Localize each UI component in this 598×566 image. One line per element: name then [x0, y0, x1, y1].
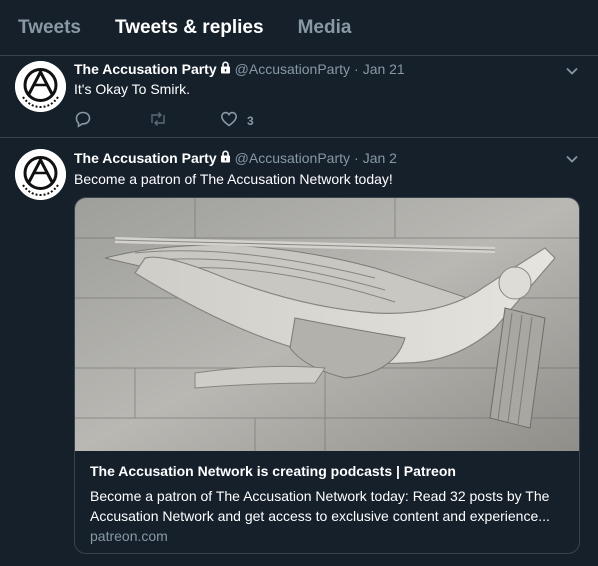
- tweet-text: It's Okay To Smirk.: [74, 81, 190, 97]
- tweet[interactable]: The Accusation Party @AccusationParty · …: [0, 57, 598, 138]
- like-count: 3: [247, 114, 254, 128]
- tweet-date[interactable]: Jan 2: [363, 150, 397, 166]
- card-title: The Accusation Network is creating podca…: [90, 463, 456, 479]
- separator: ·: [354, 61, 359, 77]
- tab-media[interactable]: Media: [281, 0, 369, 56]
- party-logo-icon: [15, 149, 66, 200]
- card-description: Become a patron of The Accusation Networ…: [90, 488, 550, 524]
- user-handle[interactable]: @AccusationParty: [235, 150, 350, 166]
- lock-icon: [220, 61, 231, 77]
- card-domain: patreon.com: [90, 528, 168, 544]
- tab-tweets[interactable]: Tweets: [0, 0, 98, 56]
- link-card[interactable]: The Accusation Network is creating podca…: [74, 197, 580, 554]
- chevron-down-icon[interactable]: [564, 63, 580, 79]
- avatar[interactable]: [15, 149, 66, 200]
- user-handle[interactable]: @AccusationParty: [235, 61, 350, 77]
- party-logo-icon: [15, 61, 66, 112]
- avatar[interactable]: [15, 61, 66, 112]
- tweet-date[interactable]: Jan 21: [363, 61, 405, 77]
- card-image[interactable]: [75, 198, 579, 451]
- reply-icon: [74, 110, 92, 133]
- chevron-down-icon[interactable]: [564, 151, 580, 167]
- lock-icon: [220, 150, 231, 166]
- like-button[interactable]: 3: [220, 110, 254, 133]
- tab-tweets-and-replies[interactable]: Tweets & replies: [98, 0, 281, 56]
- separator: ·: [354, 150, 359, 166]
- display-name[interactable]: The Accusation Party: [74, 61, 217, 77]
- retweet-icon: [148, 110, 168, 133]
- like-icon: [220, 110, 238, 133]
- retweet-button[interactable]: [148, 110, 168, 133]
- profile-tabs: Tweets Tweets & replies Media: [0, 0, 598, 56]
- tweet-text: Become a patron of The Accusation Networ…: [74, 171, 393, 187]
- reply-button[interactable]: [74, 110, 92, 133]
- display-name[interactable]: The Accusation Party: [74, 150, 217, 166]
